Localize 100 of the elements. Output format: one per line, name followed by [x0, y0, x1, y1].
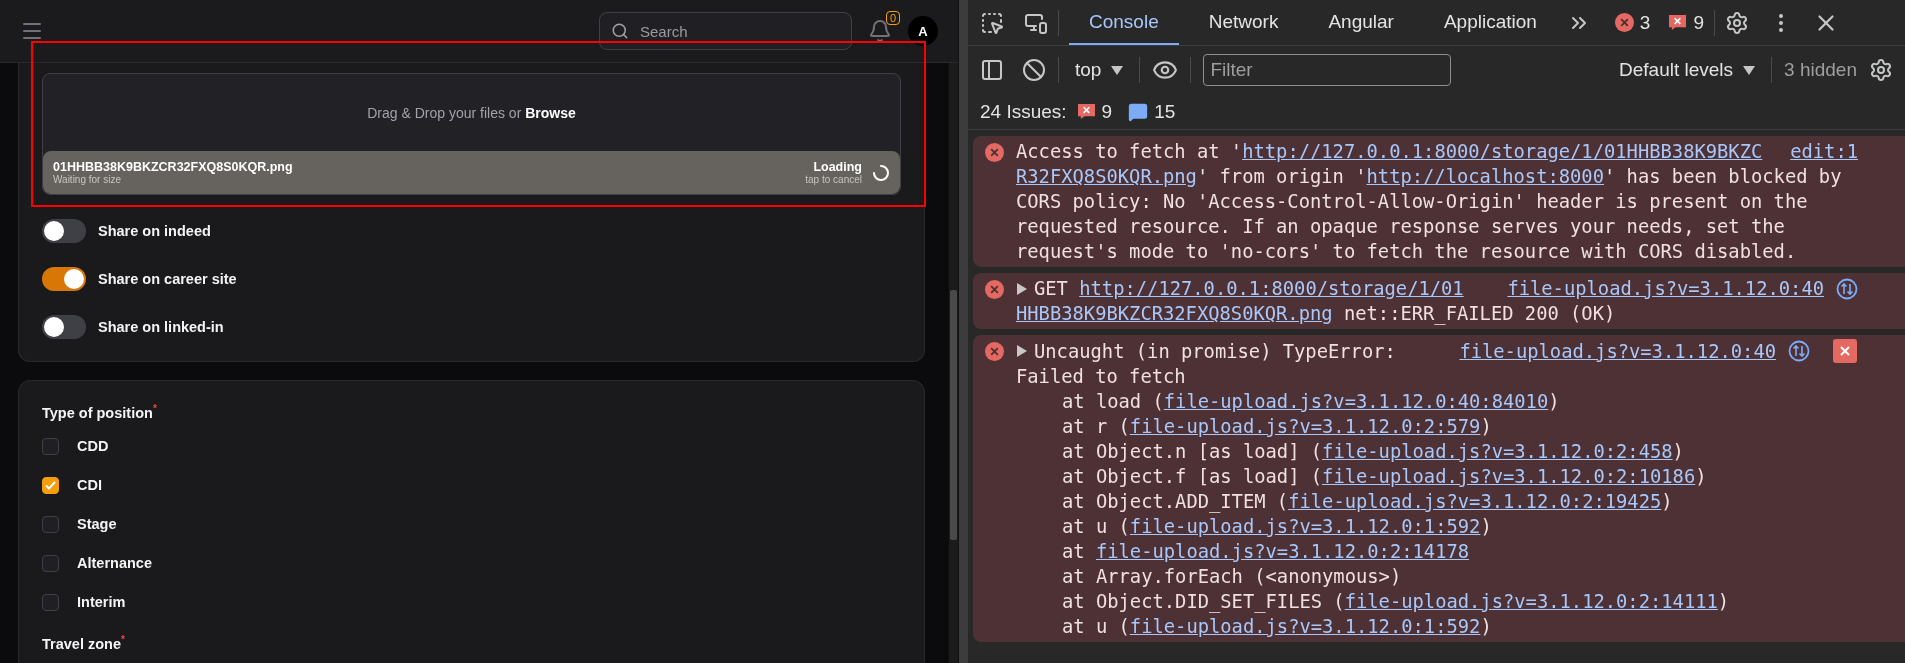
message-text: net::ERR_FAILED 200 (OK)	[1342, 303, 1616, 324]
error-icon	[985, 342, 1004, 361]
issue-info-icon	[1128, 101, 1149, 122]
source-link[interactable]: file-upload.js?v=3.1.12.0:2:10186	[1322, 466, 1696, 487]
message-text: at Object.n [as load] (	[1062, 441, 1323, 462]
inspect-icon[interactable]	[980, 10, 1004, 35]
message-text: )	[1717, 591, 1730, 612]
message-text: )	[1661, 491, 1673, 512]
checkmark-icon	[45, 480, 56, 490]
error-icon	[985, 143, 1004, 162]
toggle-switch[interactable]	[42, 315, 86, 339]
file-item[interactable]: 01HHBB38K9BKZCR32FXQ8S0KQR.png Waiting for size Loading tap to cancel	[43, 151, 900, 194]
checkbox-label: CDI	[77, 477, 102, 494]
bell-icon[interactable]	[868, 19, 892, 43]
message-text: at load (	[1062, 391, 1164, 412]
error-count[interactable]: 3	[1639, 11, 1651, 34]
message-text: GET	[1034, 277, 1069, 301]
toggle-switch[interactable]	[42, 267, 86, 291]
scrollbar-thumb[interactable]	[950, 290, 957, 540]
toggle-label: Share on linked-in	[98, 319, 224, 335]
message-text: )	[1672, 441, 1684, 462]
cancel-hint[interactable]: tap to cancel	[805, 174, 862, 185]
source-link[interactable]: http://127.0.0.1:8000/storage/1/01	[1079, 276, 1464, 301]
spinner-icon	[872, 163, 890, 182]
search-icon	[611, 22, 629, 40]
file-dropzone[interactable]: Drag & Drop your files or Browse 01HHBB38K9BKZCR32FXQ8S0KQR.png Waiting for size Loading tap to cancel	[42, 73, 901, 195]
devtools-tab[interactable]: Angular	[1308, 0, 1414, 45]
message-text: ' has been blocked by	[1604, 166, 1842, 187]
source-link[interactable]: http://localhost:8000	[1366, 166, 1604, 187]
user-avatar[interactable]: A	[908, 16, 938, 46]
error-icon	[1614, 13, 1634, 32]
message-text: ' from origin '	[1196, 166, 1367, 187]
checkbox[interactable]	[42, 476, 59, 494]
source-link[interactable]: file-upload.js?v=3.1.12.0:40	[1507, 276, 1824, 301]
devtools-tab[interactable]: Console	[1069, 0, 1179, 45]
message-text: )	[1480, 416, 1492, 437]
checkbox[interactable]	[42, 437, 59, 455]
source-link[interactable]: file-upload.js?v=3.1.12.0:40:84010	[1163, 391, 1549, 412]
source-link[interactable]: file-upload.js?v=3.1.12.0:2:14178	[1095, 541, 1470, 562]
checkbox-label: CDD	[77, 438, 109, 455]
checkbox-label: Alternance	[77, 555, 152, 572]
context-select[interactable]: top	[1071, 59, 1128, 81]
close-square-icon[interactable]	[1832, 338, 1858, 364]
source-link[interactable]: file-upload.js?v=3.1.12.0:40	[1459, 338, 1776, 364]
message-text: )	[1548, 391, 1560, 412]
clear-console-icon[interactable]	[1022, 58, 1046, 82]
source-link[interactable]: file-upload.js?v=3.1.12.0:2:579	[1129, 416, 1481, 437]
expand-triangle-icon[interactable]	[1016, 344, 1028, 358]
message-text: Uncaught (in promise) TypeError:	[1034, 339, 1396, 364]
source-link[interactable]: file-upload.js?v=3.1.12.0:2:19425	[1288, 491, 1662, 512]
message-text: request's mode to 'no-cors' to fetch the resource with CORS disabled.	[1016, 241, 1797, 262]
issue-error-count[interactable]: 9	[1101, 100, 1113, 123]
devtools-tab[interactable]: Network	[1188, 0, 1299, 45]
source-link[interactable]: http://127.0.0.1:8000/storage/1/01HHBB38K9BKZC	[1242, 139, 1763, 164]
source-link[interactable]: file-upload.js?v=3.1.12.0:1:592	[1129, 516, 1481, 537]
network-request-icon[interactable]	[1836, 277, 1858, 300]
notification-count: 0	[885, 11, 900, 25]
expand-triangle-icon[interactable]	[1016, 281, 1028, 296]
filter-field[interactable]: Filter	[1203, 54, 1452, 86]
network-request-icon[interactable]	[1788, 340, 1810, 362]
source-link[interactable]: HHBB38K9BKZCR32FXQ8S0KQR.png	[1016, 303, 1333, 324]
loading-label: Loading	[813, 160, 862, 174]
source-link[interactable]: file-upload.js?v=3.1.12.0:2:14111	[1344, 591, 1718, 612]
issue-count[interactable]: 9	[1693, 11, 1704, 34]
message-text: Failed to fetch	[1016, 366, 1186, 387]
toggle-switch[interactable]	[42, 219, 86, 243]
section-label: Type of position$^{*}$	[42, 403, 158, 421]
error-icon	[985, 280, 1004, 299]
source-link[interactable]: file-upload.js?v=3.1.12.0:2:458	[1322, 441, 1673, 462]
checkbox[interactable]	[42, 554, 59, 572]
checkbox-label: Stage	[77, 516, 117, 533]
message-text: at Array.forEach (<anonymous>)	[1062, 566, 1402, 587]
search-field[interactable]: Search	[599, 12, 852, 50]
source-link[interactable]: R32FXQ8S0KQR.png	[1016, 166, 1197, 187]
issues-label[interactable]: 24 Issues:	[980, 100, 1067, 123]
checkbox[interactable]	[42, 593, 59, 611]
caret-icon	[1743, 65, 1756, 75]
file-name: 01HHBB38K9BKZCR32FXQ8S0KQR.png	[53, 160, 293, 174]
settings-icon[interactable]	[1869, 58, 1893, 82]
section-label: Travel zone$^{*}$	[42, 633, 126, 652]
source-link[interactable]: edit:1	[1790, 139, 1858, 164]
message-text: at u (	[1062, 616, 1130, 637]
hidden-count: 3 hidden	[1784, 59, 1857, 81]
message-text: )	[1695, 466, 1707, 487]
issue-error-icon	[1668, 14, 1688, 31]
source-link[interactable]: file-upload.js?v=3.1.12.0:1:592	[1129, 616, 1481, 637]
message-text: Access to fetch at '	[1016, 140, 1243, 164]
checkbox[interactable]	[42, 515, 59, 533]
message-text: )	[1480, 516, 1492, 537]
sidebar-toggle-icon[interactable]	[980, 58, 1004, 82]
issue-info-count[interactable]: 15	[1154, 100, 1176, 123]
toggle-label: Share on career site	[98, 271, 237, 287]
message-text: at Object.f [as load] (	[1062, 466, 1323, 487]
issue-error-icon	[1076, 103, 1096, 120]
checkbox-label: Interim	[77, 594, 126, 611]
dropzone-text: Drag & Drop your files or Browse	[367, 104, 576, 121]
settings-icon[interactable]	[1725, 10, 1749, 35]
levels-select[interactable]: Default levels	[1615, 59, 1760, 81]
devtools-tab[interactable]: Application	[1423, 0, 1557, 45]
toggle-label: Share on indeed	[98, 223, 211, 239]
